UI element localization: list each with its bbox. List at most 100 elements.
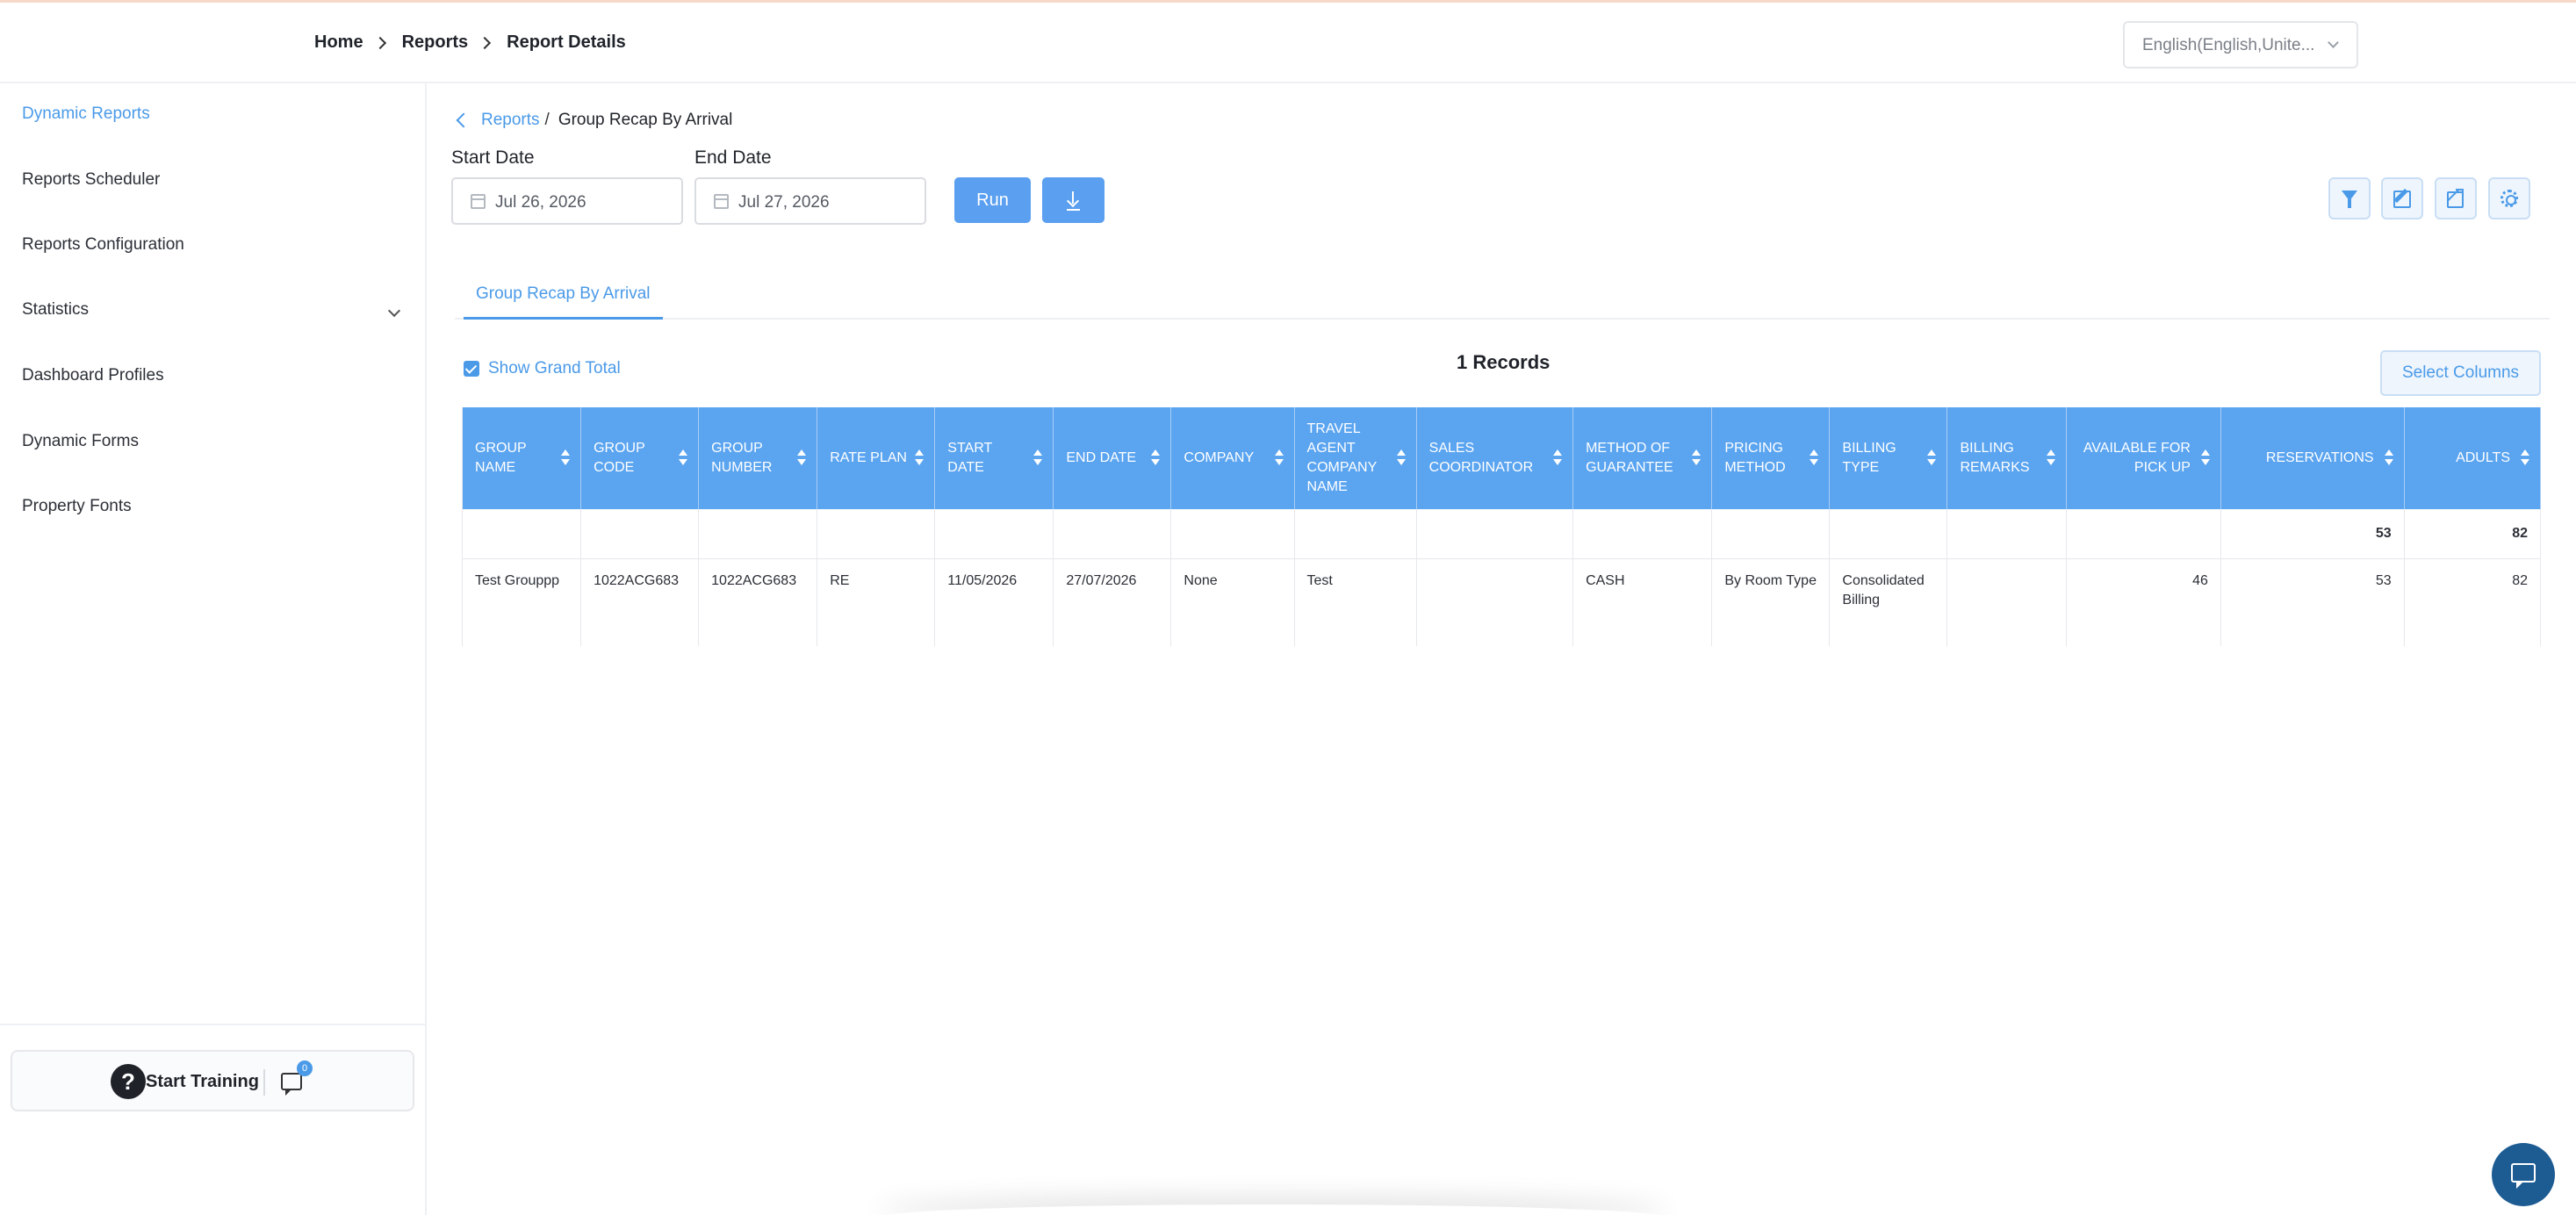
report-table: GROUP NAME GROUP CODE GROUP NUMBER RATE … [462, 407, 2541, 646]
run-button[interactable]: Run [954, 177, 1031, 223]
start-date-label: Start Date [451, 147, 535, 168]
settings-button[interactable] [2488, 177, 2530, 219]
report-table-container[interactable]: GROUP NAME GROUP CODE GROUP NUMBER RATE … [462, 407, 2541, 646]
sort-icon[interactable] [2521, 448, 2529, 469]
chevron-right-icon [373, 36, 386, 49]
column-header-billing-remarks[interactable]: BILLING REMARKS [1946, 407, 2067, 509]
sort-icon[interactable] [1033, 448, 1043, 469]
chevron-down-icon[interactable] [387, 304, 401, 318]
column-header-end-date[interactable]: END DATE [1053, 407, 1172, 509]
table-cell [2066, 509, 2221, 559]
table-cell [934, 509, 1054, 559]
table-row[interactable]: Test Grouppp 1022ACG683 1022ACG683 RE 11… [462, 558, 2541, 646]
column-header-method-of-guarantee[interactable]: METHOD OF GUARANTEE [1572, 407, 1713, 509]
table-cell: 82 [2404, 558, 2541, 646]
table-cell [817, 509, 936, 559]
sidebar-item-property-fonts[interactable]: Property Fonts [22, 497, 132, 516]
chevron-right-icon [479, 36, 492, 49]
table-cell [1416, 509, 1574, 559]
sidebar-item-dynamic-forms[interactable]: Dynamic Forms [22, 432, 139, 451]
sort-icon[interactable] [1396, 448, 1406, 469]
column-header-company[interactable]: COMPANY [1170, 407, 1295, 509]
total-adults: 82 [2404, 509, 2541, 559]
sort-icon[interactable] [561, 448, 571, 469]
column-header-sales-coordinator[interactable]: SALES COORDINATOR [1416, 407, 1574, 509]
message-count-badge: 0 [297, 1060, 313, 1076]
grand-total-row: 53 82 [462, 509, 2541, 559]
sort-icon[interactable] [1274, 448, 1284, 469]
download-button[interactable] [1042, 177, 1105, 223]
sort-icon[interactable] [1692, 448, 1702, 469]
sidebar-item-dashboard-profiles[interactable]: Dashboard Profiles [22, 366, 164, 385]
tab-group-recap-by-arrival[interactable]: Group Recap By Arrival [464, 283, 663, 320]
sort-icon[interactable] [1553, 448, 1563, 469]
chat-widget-button[interactable] [2492, 1143, 2555, 1206]
table-cell: Test Grouppp [462, 558, 582, 646]
table-cell: 27/07/2026 [1053, 558, 1172, 646]
table-cell: 46 [2066, 558, 2221, 646]
sort-icon[interactable] [1151, 448, 1161, 469]
open-external-button[interactable] [2435, 177, 2477, 219]
sort-icon[interactable] [2384, 448, 2393, 469]
records-count: 1 Records [1457, 351, 1551, 373]
start-training-button[interactable]: Start Training [146, 1072, 259, 1092]
column-header-reservations[interactable]: RESERVATIONS [2220, 407, 2405, 509]
show-grand-total-label: Show Grand Total [488, 359, 621, 377]
chevron-left-icon[interactable] [456, 112, 471, 128]
sidebar-item-reports-scheduler[interactable]: Reports Scheduler [22, 170, 160, 190]
table-cell [1946, 558, 2067, 646]
edit-button[interactable] [2381, 177, 2423, 219]
sort-icon[interactable] [2200, 448, 2210, 469]
table-cell: Test [1294, 558, 1417, 646]
column-header-rate-plan[interactable]: RATE PLAN [817, 407, 936, 509]
show-grand-total-toggle[interactable]: Show Grand Total [464, 359, 621, 378]
sidebar-item-dynamic-reports[interactable]: Dynamic Reports [22, 104, 150, 124]
chevron-down-icon [2328, 37, 2339, 48]
table-cell: 11/05/2026 [934, 558, 1054, 646]
column-header-travel-agent-company-name[interactable]: TRAVEL AGENT COMPANY NAME [1294, 407, 1417, 509]
sidebar: Dynamic Reports Reports Scheduler Report… [0, 83, 427, 1215]
help-icon[interactable]: ? [111, 1064, 146, 1099]
filter-button[interactable] [2328, 177, 2371, 219]
column-header-available-for-pick-up[interactable]: AVAILABLE FOR PICK UP [2066, 407, 2221, 509]
start-date-value: Jul 26, 2026 [495, 193, 586, 212]
calendar-icon [471, 194, 486, 209]
report-tabs: Group Recap By Arrival [455, 283, 2550, 320]
back-to-reports-link[interactable]: Reports [481, 111, 540, 130]
column-header-billing-type[interactable]: BILLING TYPE [1829, 407, 1948, 509]
table-cell [1829, 509, 1948, 559]
sidebar-item-statistics[interactable]: Statistics [22, 300, 89, 320]
sidebar-footer-divider [0, 1024, 427, 1025]
report-breadcrumb: Reports / Group Recap By Arrival [455, 111, 732, 130]
chat-icon [2511, 1163, 2536, 1189]
column-header-group-name[interactable]: GROUP NAME [462, 407, 582, 509]
column-header-start-date[interactable]: START DATE [934, 407, 1054, 509]
language-value: English(English,Unite... [2142, 36, 2315, 54]
end-date-input[interactable]: Jul 27, 2026 [694, 177, 926, 225]
sort-icon[interactable] [797, 448, 807, 469]
column-header-adults[interactable]: ADULTS [2404, 407, 2541, 509]
calendar-icon [714, 194, 729, 209]
breadcrumb: Home Reports Report Details [314, 32, 626, 53]
table-cell: None [1170, 558, 1295, 646]
checkbox-checked-icon[interactable] [464, 361, 479, 377]
breadcrumb-reports[interactable]: Reports [402, 32, 469, 53]
sidebar-item-reports-configuration[interactable]: Reports Configuration [22, 235, 184, 255]
breadcrumb-home[interactable]: Home [314, 32, 363, 53]
start-date-input[interactable]: Jul 26, 2026 [451, 177, 683, 225]
sort-icon[interactable] [1927, 448, 1937, 469]
select-columns-button[interactable]: Select Columns [2380, 350, 2541, 396]
language-select[interactable]: English(English,Unite... [2123, 21, 2358, 68]
sort-icon[interactable] [1810, 448, 1819, 469]
sort-icon[interactable] [2046, 448, 2055, 469]
column-header-group-number[interactable]: GROUP NUMBER [698, 407, 818, 509]
column-header-group-code[interactable]: GROUP CODE [580, 407, 700, 509]
table-cell: CASH [1572, 558, 1713, 646]
sort-icon[interactable] [679, 448, 688, 469]
filter-icon [2342, 191, 2357, 208]
column-header-pricing-method[interactable]: PRICING METHOD [1711, 407, 1831, 509]
sort-icon[interactable] [915, 448, 925, 469]
message-icon[interactable] [281, 1073, 302, 1096]
table-cell [580, 509, 700, 559]
table-cell: Consolidated Billing [1829, 558, 1948, 646]
